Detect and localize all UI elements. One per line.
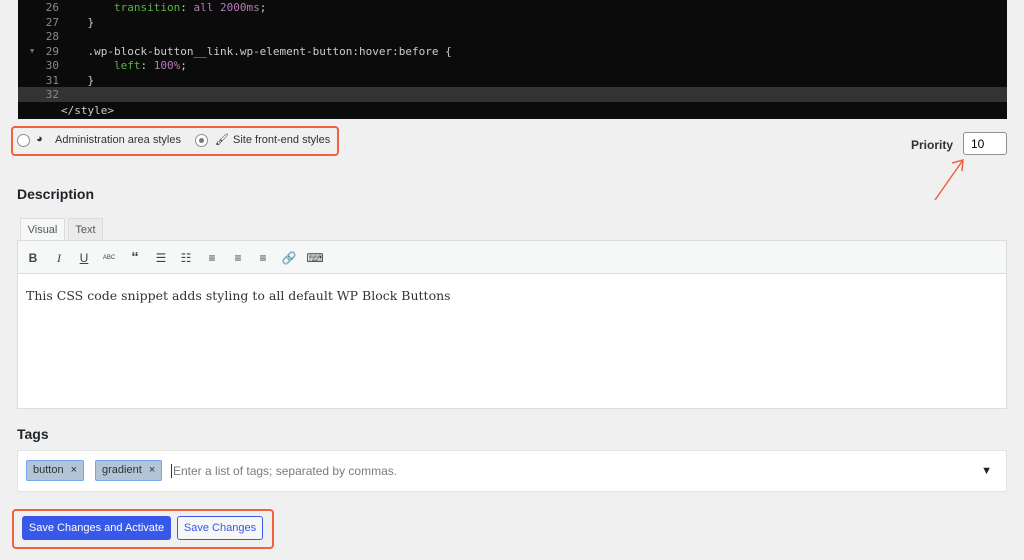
save-changes-button[interactable]: Save Changes xyxy=(177,516,263,540)
code-line: 28 xyxy=(18,29,1007,44)
tag-button[interactable]: button × xyxy=(26,460,85,481)
code-line: 26 transition: all 2000ms; xyxy=(18,0,1007,15)
fold-icon[interactable]: ▼ xyxy=(30,44,34,59)
bullet-list-icon[interactable]: ☰ xyxy=(152,249,170,267)
line-number: 29 xyxy=(45,44,59,58)
line-number: 26 xyxy=(45,1,59,14)
tab-text[interactable]: Text xyxy=(68,218,103,241)
admin-styles-label[interactable]: Administration area styles xyxy=(55,134,181,146)
code-text: } xyxy=(87,73,95,87)
code-editor[interactable]: 26 transition: all 2000ms; 27 } 28 29 ▼ .wp… xyxy=(18,0,1007,119)
toolbar-toggle-icon[interactable]: ⌨ xyxy=(306,249,324,267)
bold-icon[interactable]: B xyxy=(24,249,42,267)
annotation-arrow xyxy=(934,158,964,201)
code-text: transition: all 2000ms; xyxy=(114,1,267,14)
save-and-activate-button[interactable]: Save Changes and Activate xyxy=(22,516,171,540)
strikethrough-icon[interactable]: ABC xyxy=(100,249,118,267)
align-right-icon[interactable]: ≡ xyxy=(254,249,272,267)
priority-input[interactable] xyxy=(963,132,1007,155)
underline-icon[interactable]: U xyxy=(75,249,93,267)
code-line: 32 xyxy=(18,87,1007,102)
admin-styles-radio[interactable] xyxy=(17,134,30,147)
numbered-list-icon[interactable]: ☷ xyxy=(177,249,195,267)
line-number: 31 xyxy=(45,73,59,87)
description-editor[interactable]: This CSS code snippet adds styling to al… xyxy=(17,273,1007,409)
site-styles-radio[interactable] xyxy=(195,134,208,147)
tab-visual[interactable]: Visual xyxy=(20,218,65,241)
tags-input[interactable]: button × gradient × Enter a list of tags… xyxy=(17,450,1007,492)
priority-label: Priority xyxy=(911,138,954,152)
paintbrush-icon: 🖌 xyxy=(215,134,229,146)
chevron-down-icon[interactable]: ▼ xyxy=(981,465,992,477)
align-center-icon[interactable]: ≡ xyxy=(229,249,247,267)
line-number: 30 xyxy=(45,59,59,72)
site-styles-label[interactable]: Site front-end styles xyxy=(233,134,330,146)
code-text: left: 100%; xyxy=(114,59,187,72)
code-line: 27 } xyxy=(18,15,1007,30)
italic-icon[interactable]: I xyxy=(50,249,68,267)
link-icon[interactable]: 🔗 xyxy=(280,249,298,267)
blockquote-icon[interactable]: “ xyxy=(126,249,144,267)
tag-gradient[interactable]: gradient × xyxy=(95,460,163,481)
remove-tag-icon[interactable]: × xyxy=(149,464,155,476)
remove-tag-icon[interactable]: × xyxy=(71,464,77,476)
align-left-icon[interactable]: ≡ xyxy=(203,249,221,267)
line-number: 32 xyxy=(45,88,59,101)
code-line: 29 ▼ .wp-block-button__link.wp-element-bu… xyxy=(18,44,1007,59)
tags-heading: Tags xyxy=(17,426,49,442)
editor-toolbar: B I U ABC “ ☰ ☷ ≡ ≡ ≡ 🔗 ⌨ xyxy=(17,240,1007,274)
code-text: .wp-block-button__link.wp-element-button… xyxy=(87,44,452,58)
code-line: 31 } xyxy=(18,73,1007,88)
code-line: 30 left: 100%; xyxy=(18,58,1007,73)
code-closing-tag: </style> xyxy=(61,104,114,117)
description-content: This CSS code snippet adds styling to al… xyxy=(26,288,451,303)
dashboard-icon: ◕ xyxy=(36,133,43,145)
description-heading: Description xyxy=(17,186,95,202)
line-number: 28 xyxy=(45,30,59,43)
tags-placeholder[interactable]: Enter a list of tags; separated by comma… xyxy=(171,464,397,478)
code-text: } xyxy=(87,15,95,29)
line-number: 27 xyxy=(45,15,59,29)
